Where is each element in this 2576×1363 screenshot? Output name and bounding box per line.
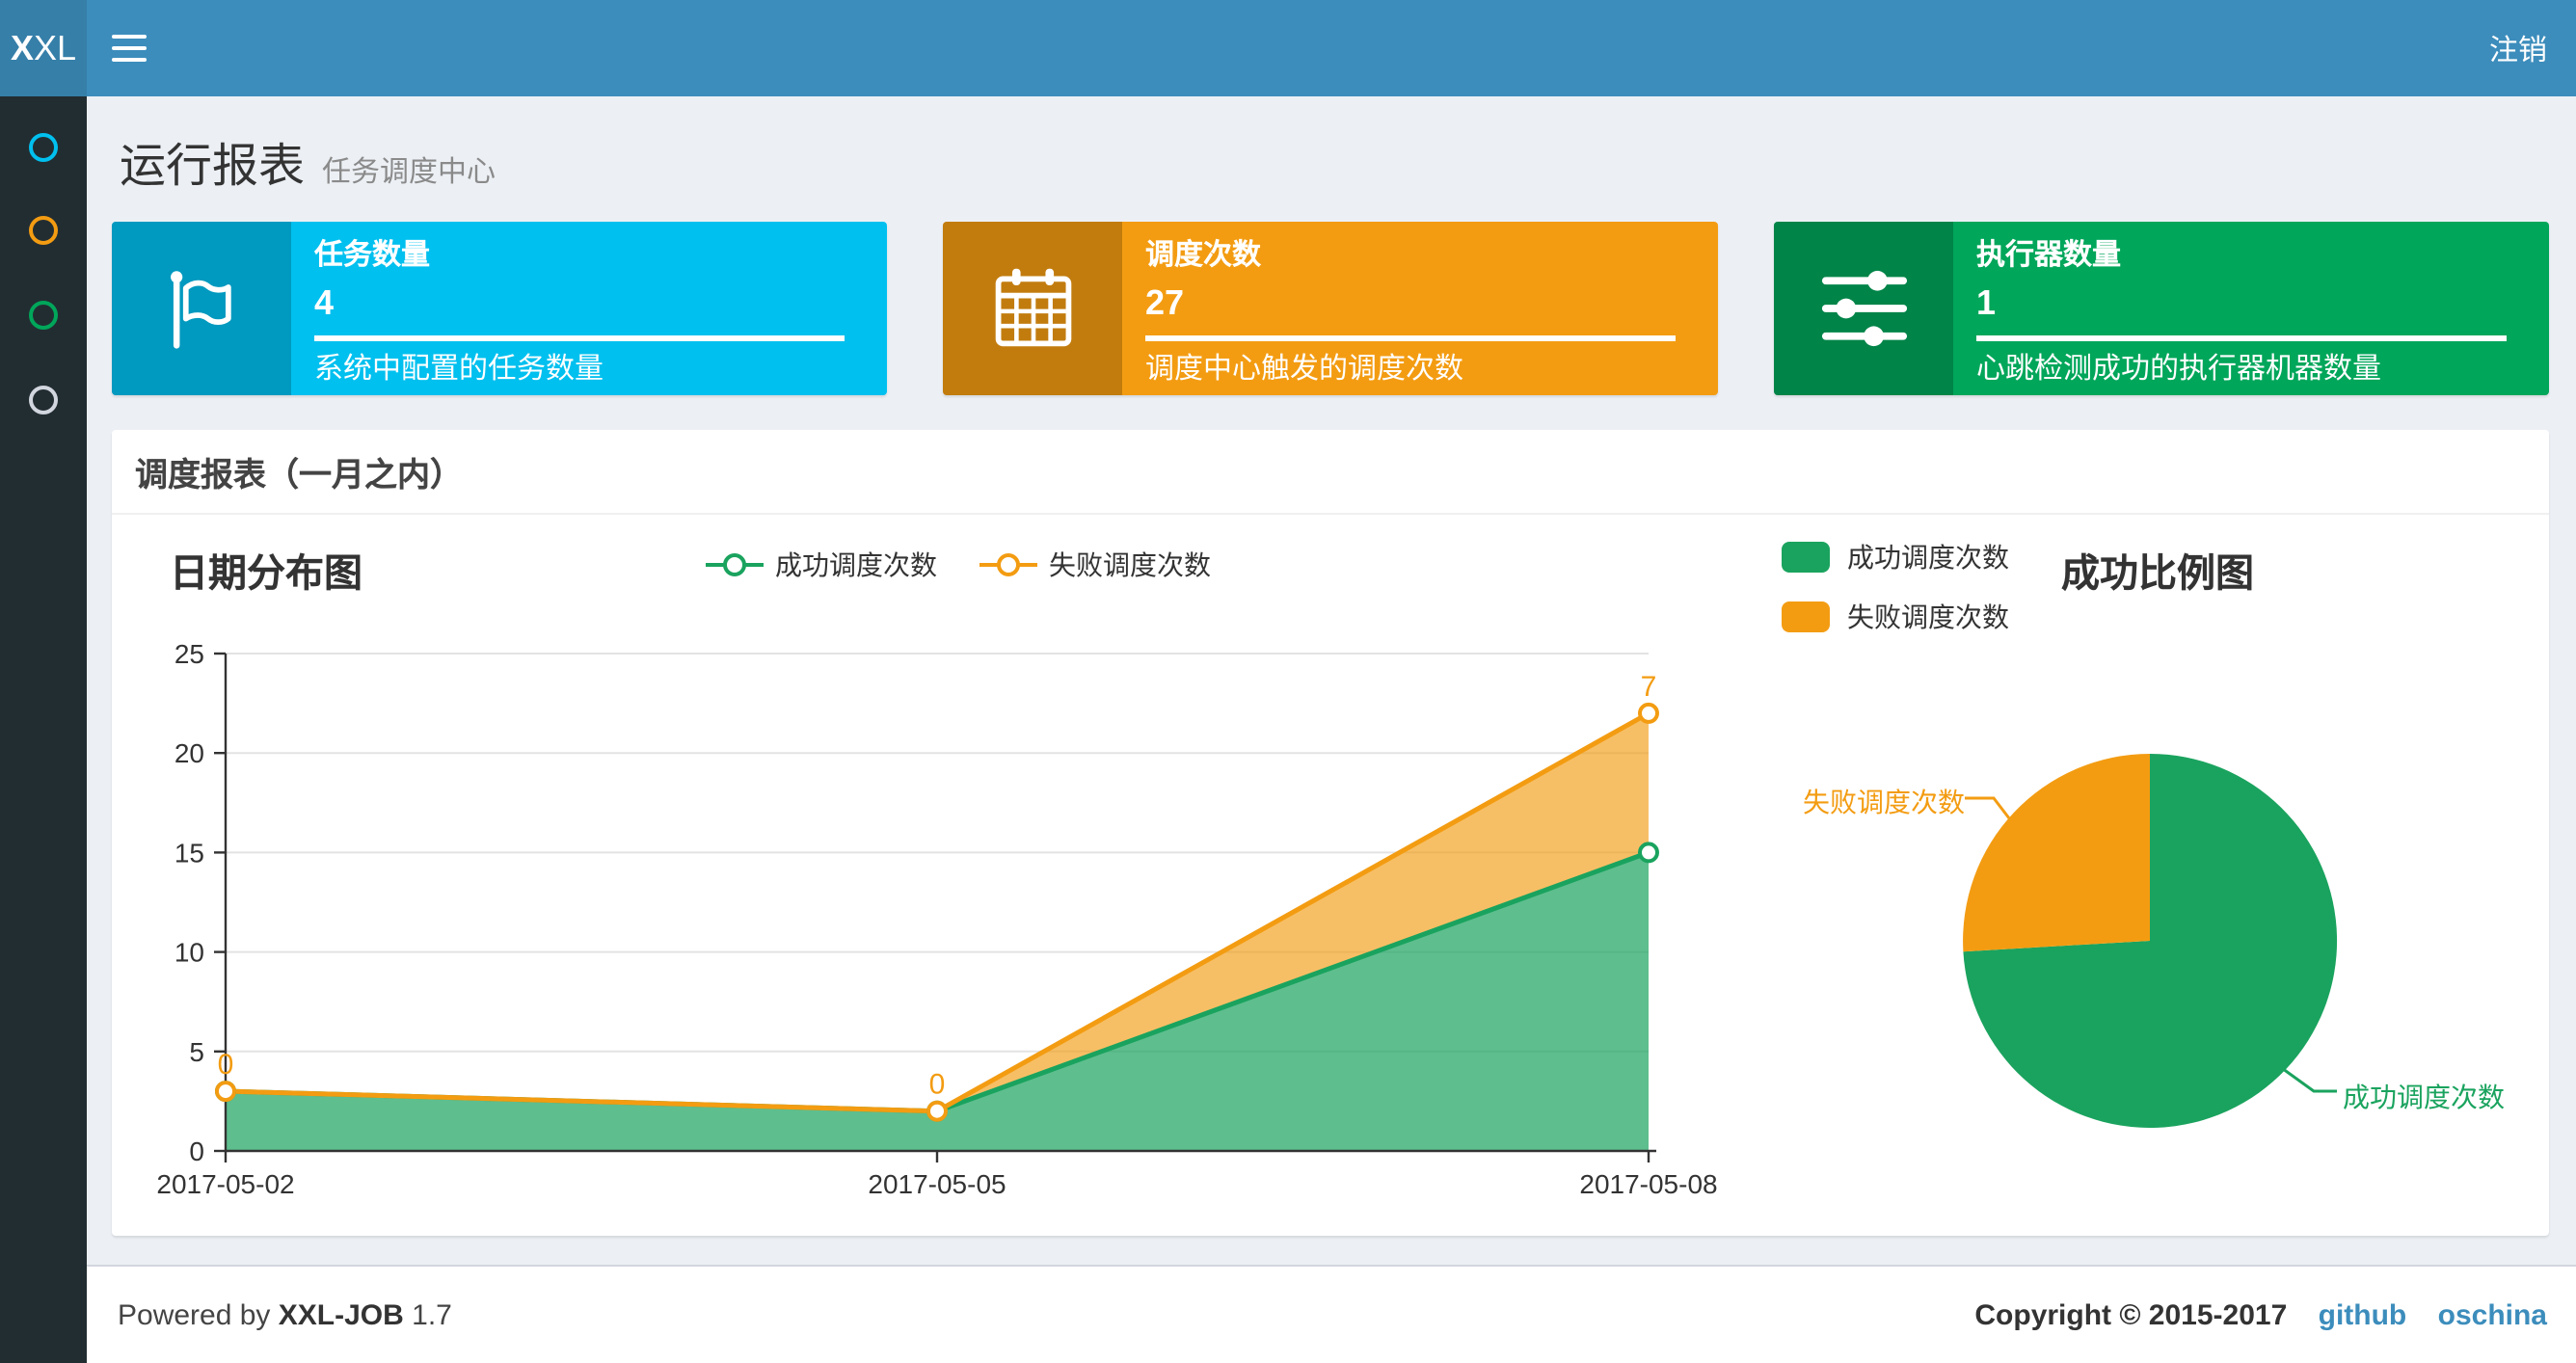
legend-item-失败调度次数[interactable]: 失败调度次数 — [979, 546, 1211, 584]
navbar-spacer — [172, 0, 2460, 96]
fail-point[interactable] — [1638, 702, 1659, 724]
line-series-icon — [979, 553, 1037, 576]
stat-value: 1 — [1976, 283, 1997, 322]
sidebar-item-4-circle-icon[interactable] — [29, 386, 58, 414]
hamburger-icon — [112, 45, 147, 51]
schedule-report-panel: 调度报表（一月之内） 0 5 10 15 20 25 2017-05-02 2017-05-0… — [112, 430, 2549, 1236]
page-title: 运行报表 — [120, 141, 305, 193]
sidebar — [0, 96, 87, 1363]
stat-description: 系统中配置的任务数量 — [314, 352, 604, 385]
sidebar-item-1-circle-icon[interactable] — [29, 133, 58, 162]
fail-point[interactable] — [215, 1081, 236, 1103]
main-content: 运行报表 任务调度中心 任务数量 4 系统中配置的任务数量 调度次数 27 调度… — [87, 96, 2576, 1265]
app-logo[interactable]: X XL — [0, 0, 87, 96]
pie-chart-title: 成功比例图 — [2061, 553, 2254, 596]
y-tick-label: 15 — [174, 838, 204, 868]
y-tick-label: 0 — [189, 1136, 204, 1166]
pie-label-success: 成功调度次数 — [2343, 1082, 2505, 1112]
github-link[interactable]: github — [2319, 1298, 2407, 1331]
footer-powered-by: Powered by XXL-JOB 1.7 — [118, 1298, 452, 1331]
product-version: 1.7 — [412, 1298, 452, 1331]
stat-card-body: 调度次数 27 调度中心触发的调度次数 — [1122, 222, 1718, 395]
fail-point[interactable] — [926, 1100, 948, 1122]
x-tick-label: 2017-05-05 — [868, 1169, 1006, 1199]
success-leader-line — [2278, 1064, 2337, 1093]
y-tick-label: 20 — [174, 738, 204, 768]
logo-rest: XL — [33, 28, 77, 67]
stat-value: 27 — [1145, 283, 1185, 322]
stat-card-triggers: 调度次数 27 调度中心触发的调度次数 — [943, 222, 1718, 395]
page-header: 运行报表 任务调度中心 — [120, 127, 2549, 195]
legend-swatch — [1782, 542, 1830, 573]
stat-description: 心跳检测成功的执行器机器数量 — [1976, 352, 2382, 385]
x-tick-label: 2017-05-08 — [1579, 1169, 1717, 1199]
stat-divider — [1976, 335, 2507, 340]
footer: Powered by XXL-JOB 1.7 Copyright © 2015-… — [87, 1265, 2576, 1363]
fail-data-label: 0 — [218, 1049, 234, 1081]
charts-canvas: 05101520252017-05-02 2017-05-05 2017-05-08… — [156, 639, 2338, 1199]
success-point[interactable] — [1638, 842, 1659, 864]
top-navbar: X XL 注销 — [0, 0, 2576, 96]
line-series-icon — [706, 553, 764, 576]
sidebar-item-2-circle-icon[interactable] — [29, 216, 58, 245]
oschina-link[interactable]: oschina — [2438, 1298, 2547, 1331]
pie-slice-fail[interactable] — [1963, 754, 2150, 952]
stat-divider — [1145, 335, 1676, 340]
hamburger-icon — [112, 57, 147, 63]
logo-bold: X — [10, 28, 34, 67]
powered-prefix: Powered by — [118, 1298, 271, 1331]
pie-chart-legend: 成功调度次数 失败调度次数 — [1782, 538, 2009, 636]
stat-card-jobs: 任务数量 4 系统中配置的任务数量 — [112, 222, 887, 395]
stat-divider — [314, 335, 845, 340]
page-subtitle: 任务调度中心 — [322, 156, 496, 189]
stat-cards-row: 任务数量 4 系统中配置的任务数量 调度次数 27 调度中心触发的调度次数 执行… — [112, 222, 2549, 395]
sidebar-item-3-circle-icon[interactable] — [29, 301, 58, 330]
stat-label: 任务数量 — [314, 239, 431, 272]
app: X XL 注销 运行报表 任务调度中心 任务数量 4 系统中配置的任务数量 调度… — [0, 0, 2576, 1363]
legend-item-成功调度次数[interactable]: 成功调度次数 — [706, 546, 937, 584]
stat-description: 调度中心触发的调度次数 — [1145, 352, 1464, 385]
line-chart-title: 日期分布图 — [170, 553, 362, 596]
panel-title: 调度报表（一月之内） — [135, 457, 463, 494]
line-chart-legend: 成功调度次数 失败调度次数 — [706, 546, 1211, 584]
y-tick-label: 5 — [189, 1037, 204, 1067]
sidebar-toggle-button[interactable] — [87, 0, 172, 96]
stat-card-body: 任务数量 4 系统中配置的任务数量 — [291, 222, 887, 395]
calendar-icon — [943, 222, 1122, 395]
stat-label: 调度次数 — [1145, 239, 1262, 272]
fail-data-label: 7 — [1641, 671, 1657, 703]
logout-button[interactable]: 注销 — [2460, 0, 2576, 96]
stat-card-executors: 执行器数量 1 心跳检测成功的执行器机器数量 — [1774, 222, 2549, 395]
pie-legend-item-成功调度次数[interactable]: 成功调度次数 — [1782, 538, 2009, 576]
stat-card-body: 执行器数量 1 心跳检测成功的执行器机器数量 — [1953, 222, 2549, 395]
product-name: XXL-JOB — [278, 1298, 404, 1331]
hamburger-icon — [112, 34, 147, 40]
sliders-icon — [1774, 222, 1953, 395]
y-tick-label: 10 — [174, 938, 204, 968]
x-tick-label: 2017-05-02 — [156, 1169, 294, 1199]
panel-header: 调度报表（一月之内） — [112, 430, 2549, 515]
footer-copyright: Copyright © 2015-2017 github oschina — [1974, 1298, 2547, 1331]
flag-icon — [112, 222, 291, 395]
y-tick-label: 25 — [174, 639, 204, 669]
pie-legend-item-失败调度次数[interactable]: 失败调度次数 — [1782, 598, 2009, 636]
copyright-text: Copyright © 2015-2017 — [1974, 1298, 2288, 1331]
footer-links: github oschina — [2295, 1298, 2547, 1331]
stat-value: 4 — [314, 283, 335, 322]
pie-label-fail: 失败调度次数 — [1803, 787, 1965, 817]
fail-data-label: 0 — [929, 1069, 946, 1101]
panel-body: 0 5 10 15 20 25 2017-05-02 2017-05-05 2017-05-08… — [112, 515, 2549, 1236]
legend-swatch — [1782, 601, 1830, 632]
stat-label: 执行器数量 — [1976, 239, 2122, 272]
